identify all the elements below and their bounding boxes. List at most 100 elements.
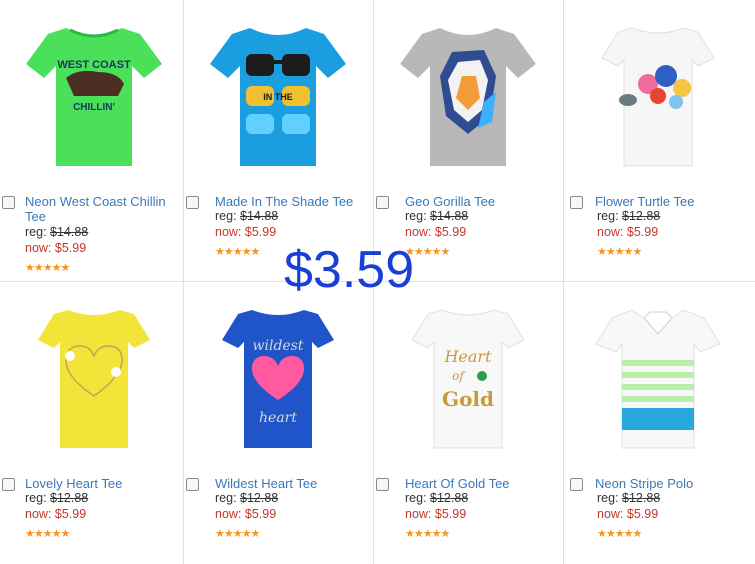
now-label: now:: [405, 507, 432, 521]
sale-price: now: $5.99: [597, 225, 658, 239]
now-price-value: $5.99: [54, 241, 87, 255]
tshirt-icon: [595, 309, 721, 449]
now-price-value: $5.99: [626, 225, 659, 239]
svg-text:CHILLIN': CHILLIN': [73, 102, 115, 113]
now-label: now:: [25, 507, 52, 521]
tshirt-icon: [400, 28, 536, 166]
product-name-link[interactable]: Neon West Coast Chillin Tee: [25, 194, 185, 224]
product-card: Neon Stripe Polo reg: $12.88 now: $5.99 …: [564, 282, 755, 564]
rating-stars: ★★★★★: [597, 246, 642, 258]
product-name-link[interactable]: Wildest Heart Tee: [215, 476, 375, 491]
tshirt-icon: [601, 27, 715, 167]
reg-label: reg:: [25, 491, 47, 505]
now-label: now:: [597, 225, 624, 239]
sale-price: now: $5.99: [25, 507, 86, 521]
sale-price: now: $5.99: [405, 225, 466, 239]
product-image[interactable]: WEST COAST CHILLIN': [18, 6, 170, 184]
compare-checkbox[interactable]: [186, 478, 199, 491]
compare-checkbox[interactable]: [376, 478, 389, 491]
price-overlay-text: $3.59: [284, 241, 415, 299]
now-label: now:: [597, 507, 624, 521]
now-label: now:: [405, 225, 432, 239]
product-card: wildest heart Wildest Heart Tee reg: $12…: [184, 282, 374, 564]
reg-label: reg:: [597, 491, 619, 505]
product-card: Flower Turtle Tee reg: $12.88 now: $5.99…: [564, 0, 755, 282]
svg-text:Heart: Heart: [443, 347, 492, 366]
reg-price-value: $14.88: [430, 209, 469, 223]
product-name-link[interactable]: Made In The Shade Tee: [215, 194, 375, 209]
compare-checkbox[interactable]: [376, 196, 389, 209]
reg-price-value: $12.88: [50, 491, 89, 505]
tshirt-icon: Heart of Gold: [411, 309, 525, 449]
product-image[interactable]: [392, 6, 544, 184]
reg-price-value: $14.88: [50, 225, 89, 239]
tshirt-icon: [38, 310, 150, 448]
svg-text:WEST COAST: WEST COAST: [57, 59, 131, 71]
product-image[interactable]: Heart of Gold: [392, 288, 544, 466]
now-label: now:: [25, 241, 52, 255]
product-name-link[interactable]: Flower Turtle Tee: [595, 194, 755, 209]
reg-price-value: $14.88: [240, 209, 279, 223]
regular-price: reg: $12.88: [405, 491, 468, 505]
reg-label: reg:: [215, 209, 237, 223]
product-image[interactable]: IN THE: [202, 6, 354, 184]
reg-label: reg:: [25, 225, 47, 239]
product-image[interactable]: [18, 288, 170, 466]
reg-price-value: $12.88: [622, 491, 661, 505]
rating-stars: ★★★★★: [597, 528, 642, 540]
reg-label: reg:: [215, 491, 237, 505]
reg-label: reg:: [405, 209, 427, 223]
rating-stars: ★★★★★: [215, 246, 260, 258]
reg-price-value: $12.88: [622, 209, 661, 223]
now-price-value: $5.99: [626, 507, 659, 521]
sale-price: now: $5.99: [215, 507, 276, 521]
now-price-value: $5.99: [54, 507, 87, 521]
reg-price-value: $12.88: [240, 491, 279, 505]
svg-text:IN THE: IN THE: [263, 92, 293, 102]
tshirt-icon: IN THE: [210, 28, 346, 166]
tshirt-icon: wildest heart: [222, 310, 334, 448]
regular-price: reg: $14.88: [25, 225, 88, 239]
sale-price: now: $5.99: [215, 225, 276, 239]
compare-checkbox[interactable]: [570, 196, 583, 209]
compare-checkbox[interactable]: [2, 196, 15, 209]
now-price-value: $5.99: [244, 225, 277, 239]
now-price-value: $5.99: [244, 507, 277, 521]
sale-price: now: $5.99: [405, 507, 466, 521]
compare-checkbox[interactable]: [570, 478, 583, 491]
rating-stars: ★★★★★: [215, 528, 260, 540]
svg-text:heart: heart: [259, 410, 297, 426]
compare-checkbox[interactable]: [186, 196, 199, 209]
rating-stars: ★★★★★: [25, 262, 70, 274]
now-label: now:: [215, 507, 242, 521]
rating-stars: ★★★★★: [25, 528, 70, 540]
regular-price: reg: $14.88: [215, 209, 278, 223]
reg-label: reg:: [405, 491, 427, 505]
sale-price: now: $5.99: [597, 507, 658, 521]
product-card: Lovely Heart Tee reg: $12.88 now: $5.99 …: [0, 282, 184, 564]
reg-price-value: $12.88: [430, 491, 469, 505]
regular-price: reg: $14.88: [405, 209, 468, 223]
product-image[interactable]: [582, 288, 734, 466]
svg-text:wildest: wildest: [253, 338, 304, 354]
sale-price: now: $5.99: [25, 241, 86, 255]
reg-label: reg:: [597, 209, 619, 223]
regular-price: reg: $12.88: [25, 491, 88, 505]
rating-stars: ★★★★★: [405, 528, 450, 540]
tshirt-icon: WEST COAST CHILLIN': [26, 28, 162, 166]
product-name-link[interactable]: Lovely Heart Tee: [25, 476, 185, 491]
product-name-link[interactable]: Geo Gorilla Tee: [405, 194, 565, 209]
product-card: WEST COAST CHILLIN' Neon West Coast Chil…: [0, 0, 184, 282]
now-price-value: $5.99: [434, 225, 467, 239]
product-name-link[interactable]: Neon Stripe Polo: [595, 476, 755, 491]
product-card: Heart of Gold Heart Of Gold Tee reg: $12…: [374, 282, 564, 564]
compare-checkbox[interactable]: [2, 478, 15, 491]
product-image[interactable]: wildest heart: [202, 288, 354, 466]
regular-price: reg: $12.88: [215, 491, 278, 505]
product-name-link[interactable]: Heart Of Gold Tee: [405, 476, 565, 491]
product-image[interactable]: [582, 6, 734, 184]
now-label: now:: [215, 225, 242, 239]
now-price-value: $5.99: [434, 507, 467, 521]
svg-text:Gold: Gold: [442, 387, 494, 411]
regular-price: reg: $12.88: [597, 491, 660, 505]
